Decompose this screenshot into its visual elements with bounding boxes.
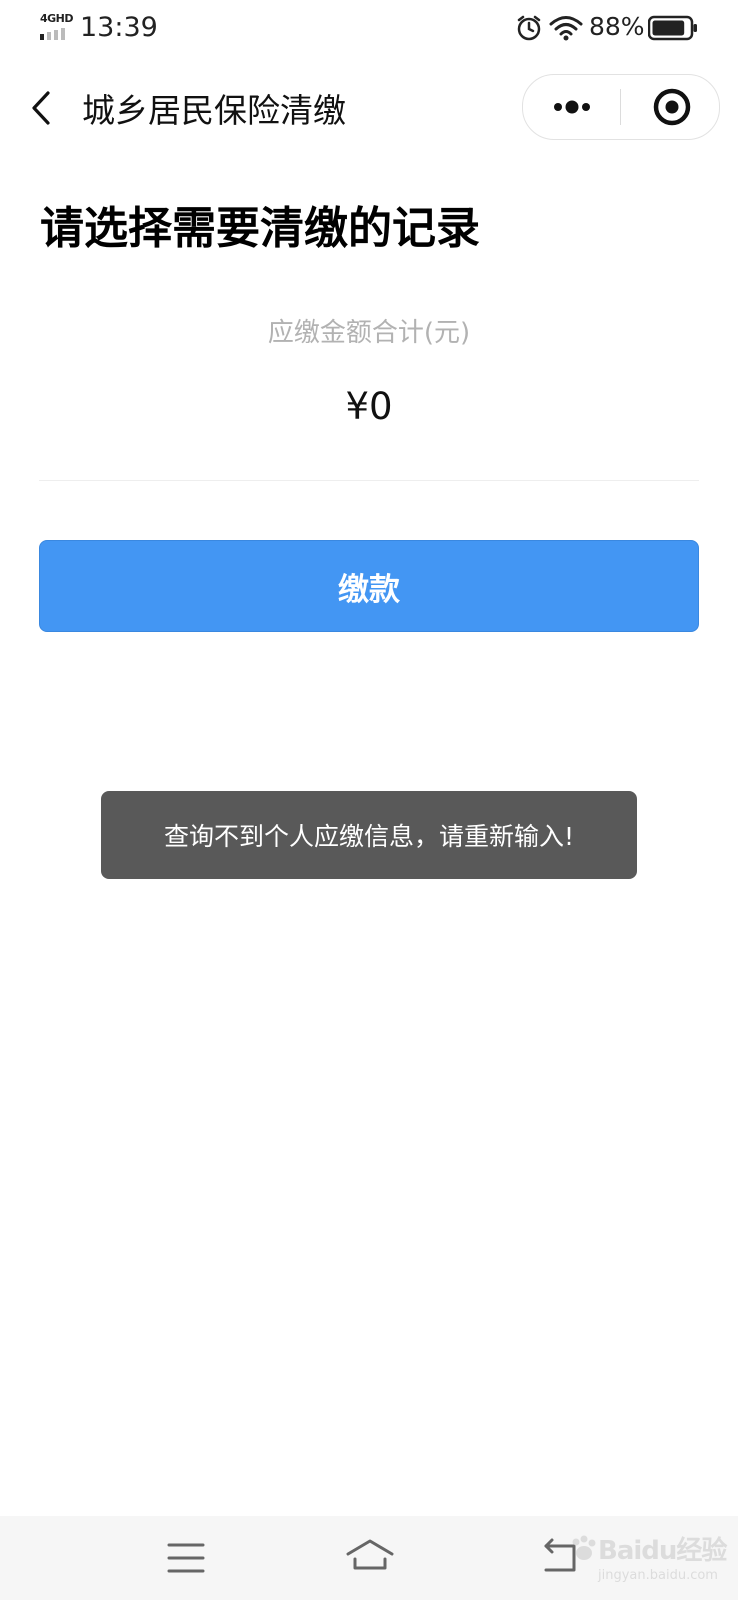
navigation-bar: 城乡居民保险清缴 [0, 70, 738, 142]
network-type-label: 4GHD [40, 12, 74, 25]
status-bar: 4GHD 13:39 88% [0, 0, 738, 58]
battery-fill [652, 20, 685, 36]
mini-program-capsule [522, 74, 720, 140]
more-dots-icon [554, 100, 590, 114]
page-title: 城乡居民保险清缴 [82, 91, 346, 130]
chevron-left-icon [32, 91, 50, 125]
capsule-divider [620, 89, 621, 125]
home-icon [346, 1539, 394, 1570]
system-navigation-bar [0, 1516, 738, 1600]
amount-total-label: 应缴金额合计(元) [267, 318, 471, 348]
clock-time: 13:39 [80, 12, 158, 43]
battery-percent: 88% [589, 12, 645, 41]
wifi-icon [549, 16, 583, 41]
target-circle-icon [653, 88, 691, 126]
home-button[interactable] [342, 1530, 398, 1582]
signal-strength-icon [40, 28, 65, 40]
error-toast: 查询不到个人应缴信息，请重新输入! [101, 791, 637, 879]
pay-button[interactable]: 缴款 [39, 540, 699, 632]
section-heading: 请选择需要清缴的记录 [40, 203, 480, 254]
recent-apps-button[interactable] [160, 1532, 212, 1584]
battery-icon [648, 15, 697, 41]
close-mini-program-button[interactable] [635, 81, 709, 133]
back-button[interactable] [18, 78, 68, 134]
amount-total-value: ¥0 [345, 385, 393, 428]
return-arrow-icon [544, 1538, 576, 1572]
divider [39, 480, 699, 481]
system-back-button[interactable] [536, 1530, 588, 1582]
menu-icon [167, 1543, 205, 1573]
alarm-icon [517, 15, 541, 41]
more-button[interactable] [535, 81, 609, 133]
